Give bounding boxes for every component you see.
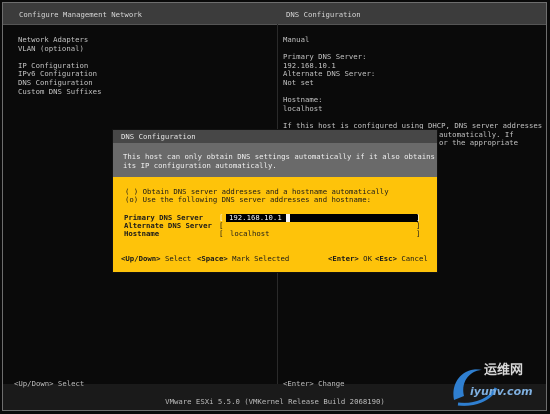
dialog-hint-mark-selected: <Space> Mark Selected	[197, 254, 290, 263]
watermark-text-cn: 运维网	[484, 363, 524, 378]
hostname-field-label: Hostname	[124, 229, 160, 238]
text-cursor	[286, 214, 290, 222]
dialog-title-bar: DNS Configuration	[113, 130, 437, 143]
menu-item-vlan[interactable]: VLAN (optional)	[18, 44, 101, 54]
dialog-message-line2: its IP configuration automatically.	[123, 161, 277, 170]
footer-change-hint: <Enter> Change	[283, 379, 345, 388]
detail-title: DNS Configuration	[286, 10, 361, 19]
alternate-dns-label: Alternate DNS Server:	[283, 70, 376, 79]
dialog-title: DNS Configuration	[121, 132, 196, 141]
hostname-input[interactable]: localhost	[230, 229, 270, 239]
primary-dns-label: Primary DNS Server:	[283, 53, 367, 62]
hostname-bracket-close: ]	[416, 229, 421, 238]
primary-dns-input-value: 192.168.10.1	[229, 213, 282, 222]
menu-list: Network Adapters VLAN (optional) IP Conf…	[18, 35, 101, 97]
dialog-hint-select: <Up/Down> Select	[121, 254, 192, 263]
dialog-ok-button[interactable]: <Enter> OK	[328, 254, 372, 264]
hostname-bracket-open: [	[219, 229, 224, 238]
menu-item-custom-dns-suffixes[interactable]: Custom DNS Suffixes	[18, 87, 101, 97]
alternate-dns-value: Not set	[283, 78, 314, 87]
menu-title: Configure Management Network	[19, 10, 143, 19]
option-use-following[interactable]: (o) Use the following DNS server address…	[125, 195, 371, 205]
dialog-body: ( ) Obtain DNS server addresses and a ho…	[113, 177, 437, 272]
dns-configuration-dialog: DNS Configuration This host can only obt…	[112, 129, 438, 273]
watermark-text-url: iyunv.com	[470, 385, 533, 398]
hostname-label: Hostname:	[283, 96, 323, 105]
hostname-value: localhost	[283, 104, 323, 113]
footer-select-hint: <Up/Down> Select	[14, 379, 85, 388]
primary-dns-value: 192.168.10.1	[283, 61, 336, 70]
dns-mode: Manual	[283, 36, 310, 44]
dialog-cancel-button[interactable]: <Esc> Cancel	[375, 254, 428, 264]
primary-dns-input[interactable]: 192.168.10.1	[226, 213, 418, 222]
dialog-message: This host can only obtain DNS settings a…	[113, 143, 437, 177]
header-bar: Configure Management Network DNS Configu…	[3, 3, 546, 25]
